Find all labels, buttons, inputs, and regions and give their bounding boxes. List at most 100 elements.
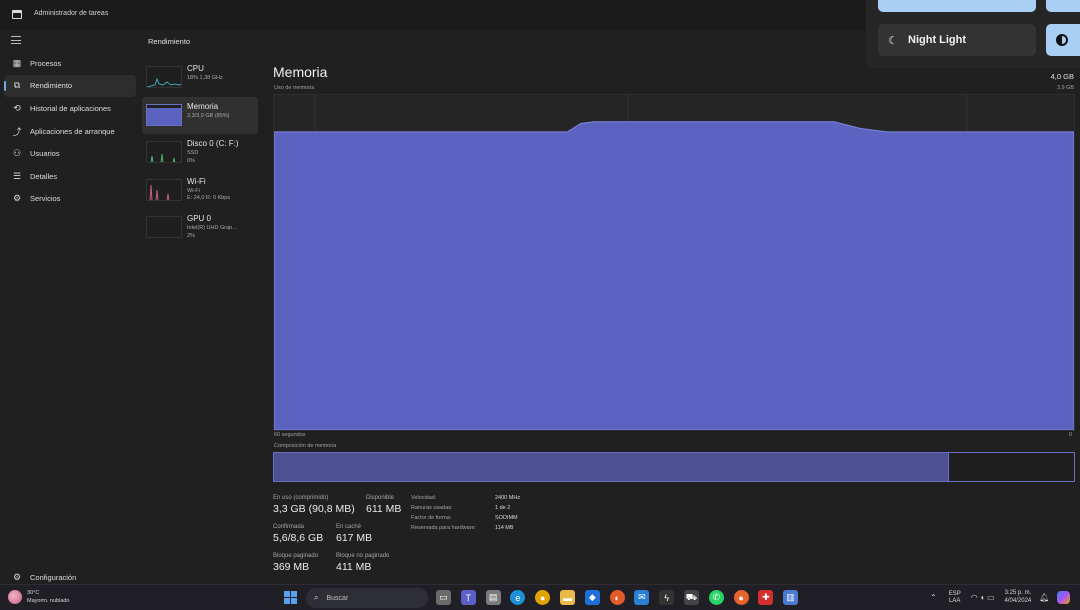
document-icon[interactable]: ▤ (485, 590, 501, 605)
perf-item-detail: SSD 0% (187, 150, 199, 164)
grid-icon: ▦ (12, 57, 22, 68)
window-title: Administrador de tareas (34, 10, 109, 17)
perf-item-name: Disco 0 (C: F:) (187, 139, 239, 148)
stat-cached: En caché 617 MB (336, 524, 373, 544)
hamburger-menu-icon[interactable] (11, 36, 21, 44)
perf-item-cpu[interactable]: CPU 18% 1,38 GHz (142, 59, 258, 97)
stat-in-use: En uso (comprimido) 3,3 GB (90,8 MB) (273, 495, 355, 515)
network-volume-battery-icons[interactable]: ◠ ◖ ▭ (971, 593, 995, 602)
memory-composition-label: Composición de memoria (274, 443, 337, 449)
perf-item-disco[interactable]: Disco 0 (C: F:) SSD 0% (142, 134, 258, 172)
sidebar-nav: ▦ Procesos ⧉ Rendimiento ⟲ Historial de … (4, 52, 136, 210)
lightning-icon[interactable]: ϟ (659, 590, 675, 605)
quick-setting-tile-top-right[interactable] (1046, 0, 1080, 12)
sidebar-item-detalles[interactable]: ☰ Detalles (4, 165, 136, 188)
memory-total: 4,0 GB (1050, 72, 1074, 81)
sidebar-item-arranque[interactable]: ⤴ Aplicaciones de arranque (4, 120, 136, 143)
sidebar-item-procesos[interactable]: ▦ Procesos (4, 52, 136, 75)
chrome-icon[interactable]: ● (535, 590, 551, 605)
sidebar-item-label: Configuración (30, 572, 77, 582)
paint-icon[interactable]: ◐ (609, 590, 625, 605)
task-manager-taskbar-icon[interactable]: ▥ (783, 590, 799, 605)
perf-item-name: Wi-Fi (187, 176, 206, 186)
details-icon: ☰ (12, 170, 22, 181)
dropbox-icon[interactable]: ◆ (584, 590, 600, 605)
memory-title: Memoria (273, 64, 328, 80)
mail-icon[interactable]: ✉ (634, 590, 650, 605)
recorder-icon[interactable]: ✚ (758, 590, 774, 605)
memory-properties: Velocidad: 2400 MHz Ranuras usadas: 1 de 2… (411, 495, 520, 535)
memory-composition-bar (273, 452, 1075, 482)
weather-temp: 30°C (27, 590, 40, 596)
page-title: Rendimiento (148, 37, 191, 46)
graph-zero-label: 0 (1068, 432, 1072, 438)
stat-nonpaged-pool: Bloque no paginado 411 MB (336, 553, 390, 573)
clock[interactable]: 3:25 p. m. 4/04/2024 (1005, 590, 1032, 605)
car-icon[interactable]: ⛟ (683, 590, 699, 605)
moon-icon: ☾ (888, 34, 898, 47)
memory-usage-graph (273, 94, 1075, 431)
edge-icon[interactable]: e (510, 590, 526, 605)
sidebar-item-label: Rendimiento (30, 81, 73, 91)
perf-item-detail: 18% 1,38 GHz (187, 75, 223, 81)
performance-icon: ⧉ (13, 80, 21, 91)
copilot-icon[interactable] (1057, 591, 1071, 604)
memory-usage-area (273, 121, 1075, 431)
folder-icon[interactable]: ▬ (559, 590, 575, 605)
weather-widget[interactable]: 30°C Mayorm. nublado (8, 589, 70, 605)
disk-thumbnail-graph (146, 141, 182, 163)
sidebar-item-label: Usuarios (30, 149, 60, 159)
search-icon: ⌕ (314, 593, 319, 602)
cpu-thumbnail-graph (146, 66, 182, 88)
perf-item-detail: 3,3/3,9 GB (85%) (187, 112, 230, 119)
task-manager-icon (12, 10, 22, 19)
memory-usage-label: Uso de memoria (274, 85, 315, 91)
task-view-icon[interactable]: ▭ (436, 590, 451, 605)
performance-list: CPU 18% 1,38 GHz Memoria 3,3/3,9 GB (85%… (142, 59, 258, 247)
graph-time-span: 60 segundos (274, 432, 306, 438)
start-button[interactable] (284, 591, 297, 604)
night-light-toggle[interactable]: ☾ Night Light (878, 24, 1036, 56)
sidebar-item-servicios[interactable]: ⚙ Servicios (4, 188, 136, 211)
quick-setting-tile-top[interactable] (878, 0, 1036, 12)
language-indicator[interactable]: ESP LAA (949, 591, 961, 605)
weather-icon (8, 590, 22, 604)
search-box[interactable]: ⌕ Buscar (306, 588, 428, 608)
sidebar-item-label: Servicios (30, 194, 61, 204)
system-tray: ⌃ ESP LAA ◠ ◖ ▭ 3:25 p. m. 4/04/2024 🔔︎ (930, 590, 1071, 605)
contrast-toggle[interactable] (1046, 24, 1080, 56)
stat-committed: Confirmada 5,6/8,6 GB (273, 524, 324, 544)
stat-available: Disponible 611 MB (366, 495, 402, 515)
clock-time: 3:25 p. m. (1004, 590, 1032, 596)
perf-item-memoria[interactable]: Memoria 3,3/3,9 GB (85%) (142, 96, 258, 134)
users-icon: ⚇ (12, 148, 22, 159)
chevron-up-icon[interactable]: ⌃ (930, 593, 937, 602)
sidebar-item-usuarios[interactable]: ⚇ Usuarios (4, 142, 136, 165)
sidebar-item-label: Procesos (30, 58, 62, 68)
notification-bell-icon[interactable]: 🔔︎ (1039, 593, 1049, 602)
whatsapp-icon[interactable]: ✆ (708, 590, 724, 605)
sidebar-item-historial[interactable]: ⟲ Historial de aplicaciones (4, 97, 136, 120)
prop-speed: Velocidad: 2400 MHz (411, 495, 521, 501)
memory-composition-in-use (274, 453, 950, 481)
task-manager-window: Administrador de tareas ▦ Procesos ⧉ Ren… (0, 0, 1080, 584)
taskbar: 30°C Mayorm. nublado ⌕ Buscar ▭ T ▤ e ● … (0, 584, 1080, 610)
prop-form-factor: Factor de forma: SODIMM (411, 515, 518, 521)
contrast-icon (1056, 34, 1068, 46)
perf-item-wifi[interactable]: Wi-Fi Wi-Fi E: 24,0 R: 0 Kbps (142, 172, 258, 210)
services-icon: ⚙ (12, 193, 22, 204)
perf-item-detail: Wi-Fi E: 24,0 R: 0 Kbps (187, 187, 231, 202)
prop-slots: Ranuras usadas: 1 de 2 (411, 505, 511, 511)
teams-icon[interactable]: T (460, 590, 476, 605)
gear-icon: ⚙ (12, 571, 22, 582)
perf-item-name: Memoria (187, 101, 219, 111)
taskbar-apps: ▭ T ▤ e ● ▬ ◆ ◐ ✉ ϟ ⛟ ✆ ● ✚ ▥ (436, 590, 808, 605)
gpu-thumbnail-graph (146, 216, 182, 238)
perf-item-gpu[interactable]: GPU 0 Intel(R) UHD Grap... 2% (142, 209, 258, 247)
sidebar-item-rendimiento[interactable]: ⧉ Rendimiento (4, 74, 136, 98)
clock-date: 4/04/2024 (1004, 597, 1032, 604)
firefox-icon[interactable]: ● (733, 590, 749, 605)
stat-paged-pool: Bloque paginado 369 MB (273, 553, 319, 573)
memory-thumbnail-graph (146, 103, 182, 126)
memory-scale-max: 3,9 GB (1056, 85, 1074, 91)
